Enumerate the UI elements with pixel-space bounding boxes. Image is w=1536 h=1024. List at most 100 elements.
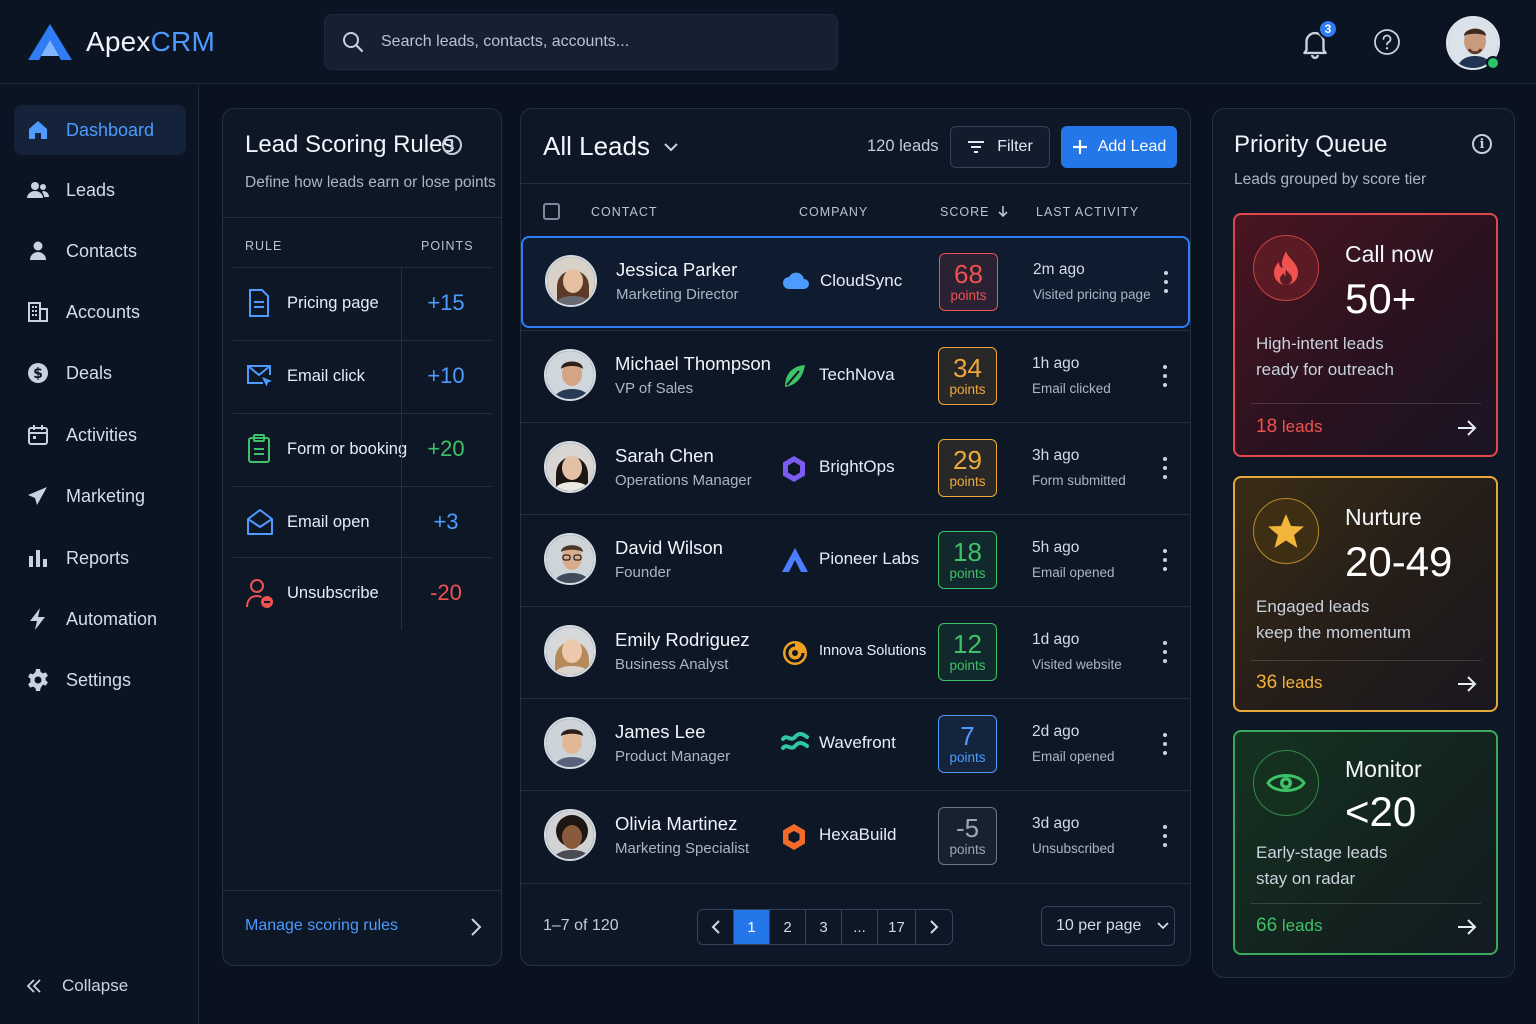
lead-avatar bbox=[544, 349, 596, 401]
table-row[interactable]: Michael Thompson VP of Sales TechNova 34… bbox=[521, 330, 1190, 422]
page-button-17[interactable]: 17 bbox=[878, 910, 916, 944]
score-badge: 68 points bbox=[939, 253, 998, 311]
arrow-right-icon[interactable] bbox=[1457, 675, 1477, 693]
activity-time: 3d ago bbox=[1032, 815, 1080, 832]
sidebar: Dashboard Leads Contacts Accounts $ Deal… bbox=[0, 84, 199, 1024]
add-lead-button[interactable]: Add Lead bbox=[1061, 126, 1177, 168]
activity-time: 1h ago bbox=[1032, 355, 1080, 372]
lead-avatar bbox=[544, 625, 596, 677]
more-options-icon[interactable] bbox=[1162, 457, 1168, 481]
lead-avatar bbox=[544, 717, 596, 769]
help-icon[interactable] bbox=[1373, 28, 1401, 56]
more-options-icon[interactable] bbox=[1163, 271, 1169, 295]
collapse-label: Collapse bbox=[62, 976, 129, 995]
queue-subtitle: Leads grouped by score tier bbox=[1234, 171, 1427, 188]
info-icon[interactable]: i bbox=[1472, 134, 1492, 154]
page-button-1[interactable]: 1 bbox=[734, 910, 770, 944]
chevron-down-icon bbox=[664, 142, 678, 151]
activity-time: 2d ago bbox=[1032, 723, 1080, 740]
arrow-right-icon[interactable] bbox=[1457, 918, 1477, 936]
collapse-button[interactable]: Collapse bbox=[24, 976, 128, 996]
page-button-2[interactable]: 2 bbox=[770, 910, 806, 944]
sidebar-item-contacts[interactable]: Contacts bbox=[14, 226, 186, 276]
rule-label: Pricing page bbox=[287, 294, 379, 312]
col-header-score[interactable]: SCORE bbox=[940, 205, 1008, 219]
rule-points: +20 bbox=[427, 436, 465, 461]
sidebar-item-marketing[interactable]: Marketing bbox=[14, 471, 186, 521]
table-row[interactable]: Jessica Parker Marketing Director CloudS… bbox=[521, 236, 1190, 328]
rule-label: Email click bbox=[287, 367, 365, 385]
cloud-icon bbox=[783, 272, 809, 289]
lead-name[interactable]: Olivia Martinez bbox=[615, 813, 737, 835]
table-row[interactable]: James Lee Product Manager Wavefront 7 poi… bbox=[521, 698, 1190, 790]
more-options-icon[interactable] bbox=[1162, 641, 1168, 665]
rule-row[interactable]: Email open +3 bbox=[233, 486, 491, 559]
search-icon bbox=[343, 32, 364, 53]
pagination: 1 2 3 ... 17 bbox=[697, 909, 953, 945]
sidebar-item-dashboard[interactable]: Dashboard bbox=[14, 105, 186, 155]
table-row[interactable]: Emily Rodriguez Business Analyst Innova … bbox=[521, 606, 1190, 698]
sidebar-item-settings[interactable]: Settings bbox=[14, 655, 186, 705]
search-input[interactable] bbox=[381, 33, 801, 51]
card-lead-count: 66 leads bbox=[1256, 915, 1323, 936]
lead-name[interactable]: Michael Thompson bbox=[615, 353, 771, 375]
table-row[interactable]: Olivia Martinez Marketing Specialist Hex… bbox=[521, 790, 1190, 882]
page-ellipsis: ... bbox=[842, 910, 878, 944]
info-icon[interactable]: i bbox=[442, 135, 462, 155]
filter-button[interactable]: Filter bbox=[950, 126, 1050, 168]
rule-row[interactable]: Pricing page +15 bbox=[233, 267, 491, 340]
sidebar-item-activities[interactable]: Activities bbox=[14, 410, 186, 460]
arrow-right-icon[interactable] bbox=[1457, 419, 1477, 437]
lead-name[interactable]: Emily Rodriguez bbox=[615, 629, 750, 651]
card-title: Monitor bbox=[1345, 756, 1422, 782]
sidebar-item-label: Automation bbox=[66, 608, 158, 629]
star-icon bbox=[1268, 514, 1304, 548]
hexagon-orange-icon bbox=[783, 824, 805, 850]
app-logo[interactable]: ApexCRM bbox=[28, 24, 215, 60]
activity-time: 5h ago bbox=[1032, 539, 1080, 556]
app-name: ApexCRM bbox=[86, 26, 215, 57]
more-options-icon[interactable] bbox=[1162, 825, 1168, 849]
sidebar-item-reports[interactable]: Reports bbox=[14, 533, 186, 583]
rules-title: Lead Scoring Rules bbox=[245, 131, 455, 158]
score-badge: 12 points bbox=[938, 623, 997, 681]
lead-name[interactable]: David Wilson bbox=[615, 537, 723, 559]
top-bar: ApexCRM 3 bbox=[0, 0, 1536, 84]
sidebar-item-deals[interactable]: $ Deals bbox=[14, 348, 186, 398]
priority-card-monitor[interactable]: Monitor <20 Early-stage leads stay on rad… bbox=[1233, 730, 1498, 955]
leads-view-dropdown[interactable]: All Leads bbox=[543, 131, 678, 162]
search-bar[interactable] bbox=[324, 14, 838, 70]
table-row[interactable]: David Wilson Founder Pioneer Labs 18 poin… bbox=[521, 514, 1190, 606]
activity-time: 3h ago bbox=[1032, 447, 1080, 464]
manage-scoring-rules-link[interactable]: Manage scoring rules bbox=[245, 917, 398, 935]
clipboard-icon bbox=[248, 434, 270, 463]
company-name: HexaBuild bbox=[819, 825, 897, 844]
table-row[interactable]: Sarah Chen Operations Manager BrightOps … bbox=[521, 422, 1190, 514]
rule-label: Unsubscribe bbox=[287, 584, 379, 602]
lead-avatar bbox=[544, 533, 596, 585]
sidebar-item-automation[interactable]: Automation bbox=[14, 594, 186, 644]
more-options-icon[interactable] bbox=[1162, 549, 1168, 573]
more-options-icon[interactable] bbox=[1162, 365, 1168, 389]
select-all-checkbox[interactable] bbox=[543, 203, 560, 220]
more-options-icon[interactable] bbox=[1162, 733, 1168, 757]
prev-page-button[interactable] bbox=[698, 910, 734, 944]
lead-name[interactable]: James Lee bbox=[615, 721, 706, 743]
lead-name[interactable]: Sarah Chen bbox=[615, 445, 714, 467]
lead-name[interactable]: Jessica Parker bbox=[616, 259, 737, 281]
sidebar-item-accounts[interactable]: Accounts bbox=[14, 287, 186, 337]
fire-icon bbox=[1274, 251, 1298, 285]
per-page-select[interactable]: 10 per page bbox=[1041, 906, 1175, 946]
rule-row[interactable]: Form or booking +20 bbox=[233, 413, 491, 486]
sidebar-item-leads[interactable]: Leads bbox=[14, 165, 186, 215]
priority-card-nurture[interactable]: Nurture 20-49 Engaged leads keep the mome… bbox=[1233, 476, 1498, 712]
score-badge: 29 points bbox=[938, 439, 997, 497]
rule-row[interactable]: Email click +10 bbox=[233, 340, 491, 413]
priority-card-call-now[interactable]: Call now 50+ High-intent leads ready for … bbox=[1233, 213, 1498, 457]
email-open-icon bbox=[247, 509, 273, 535]
bolt-icon bbox=[30, 608, 45, 630]
rule-row[interactable]: Unsubscribe -20 bbox=[233, 557, 491, 630]
chevron-right-icon[interactable] bbox=[469, 917, 483, 937]
page-button-3[interactable]: 3 bbox=[806, 910, 842, 944]
next-page-button[interactable] bbox=[916, 910, 952, 944]
